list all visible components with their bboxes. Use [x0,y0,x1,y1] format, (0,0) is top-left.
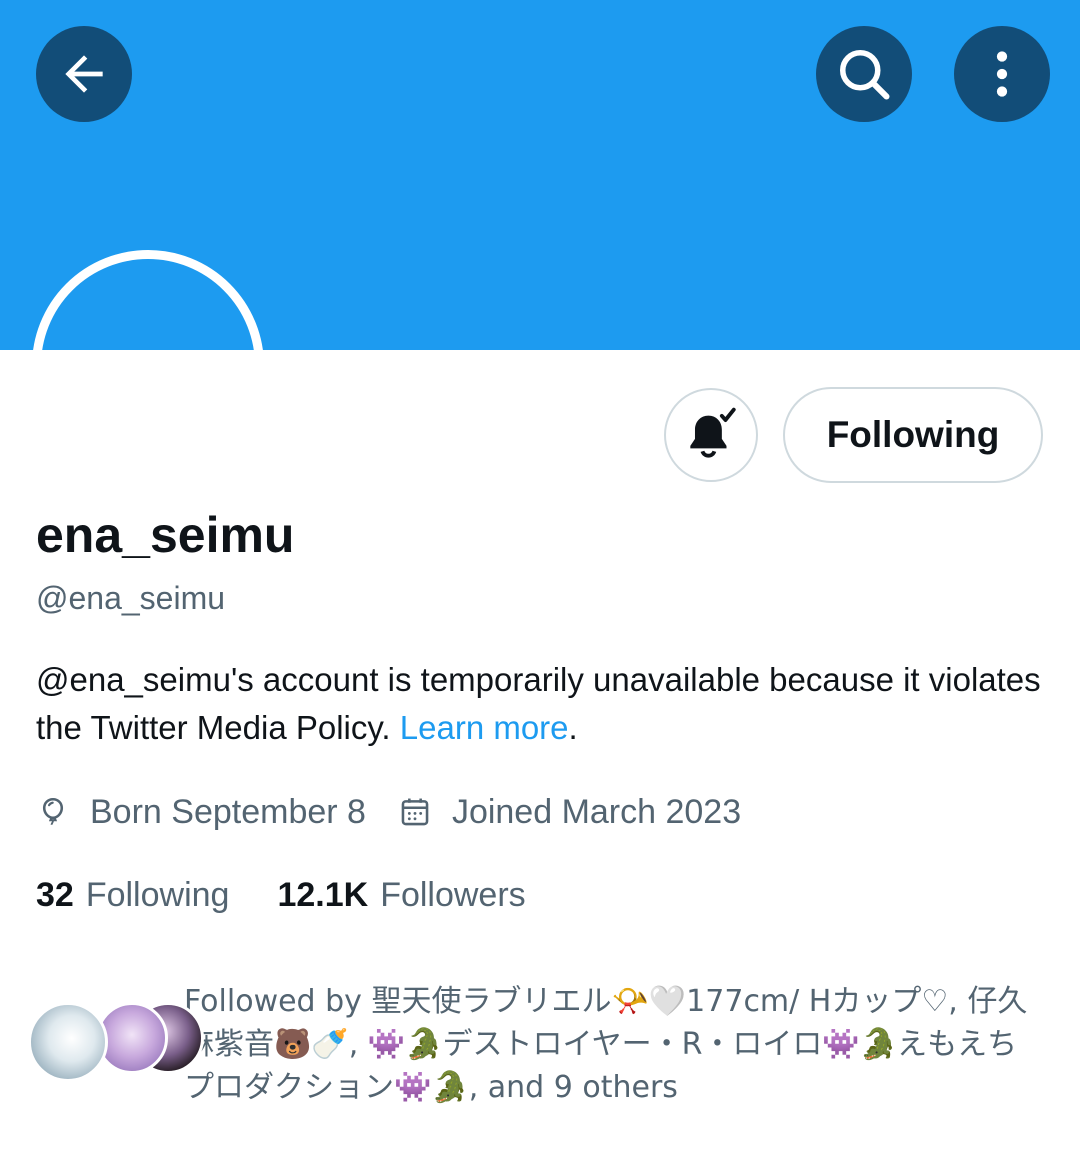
user-handle: @ena_seimu [36,580,226,616]
profile-meta: Born September 8 Joined March 2023 [36,788,773,836]
search-icon [840,50,890,100]
joined-item: Joined March 2023 [398,793,741,832]
arrow-left-icon [65,55,103,93]
birthday-text: Born September 8 [90,792,366,831]
followers-stat[interactable]: 12.1K Followers [277,876,525,915]
search-button[interactable] [816,26,912,122]
followers-count: 12.1K [277,875,369,914]
followed-by-text: Followed by 聖天使ラブリエル📯🤍177cm/ Hカップ♡, 仔久麻紫… [184,984,1028,1105]
more-vertical-icon [996,51,1008,97]
bell-check-icon [690,407,736,458]
follow-stats: 32 Following 12.1K Followers [36,872,574,918]
following-label: Following [85,875,230,914]
follower-avatar [28,1002,108,1082]
joined-text: Joined March 2023 [451,792,742,831]
back-button[interactable] [36,26,132,122]
more-options-button[interactable] [954,26,1050,122]
display-name: ena_seimu [36,507,295,563]
notifications-button[interactable] [664,388,758,482]
account-notice: @ena_seimu's account is temporarily unav… [36,656,1046,752]
learn-more-link[interactable]: Learn more [400,709,569,746]
balloon-icon [42,797,64,825]
following-count: 32 [36,875,74,914]
birthday-item: Born September 8 [36,793,366,832]
notice-period: . [568,709,578,746]
calendar-icon [401,798,429,826]
following-stat[interactable]: 32 Following [36,876,229,915]
followers-label: Followers [380,875,526,914]
followed-by-section[interactable]: Followed by 聖天使ラブリエル📯🤍177cm/ Hカップ♡, 仔久麻紫… [28,980,1048,1110]
following-button[interactable]: Following [783,387,1043,483]
